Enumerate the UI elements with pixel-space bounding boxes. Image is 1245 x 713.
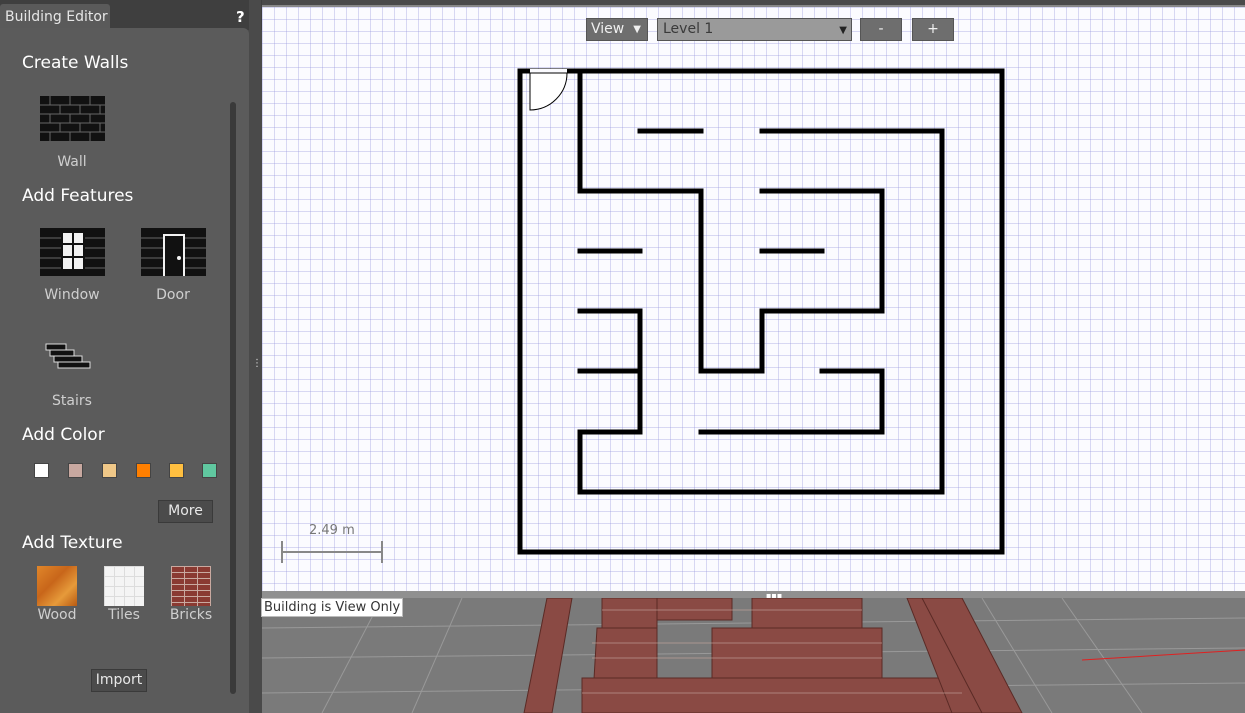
view-menu[interactable]: View ▼	[586, 18, 648, 41]
color-swatch-rose[interactable]	[68, 463, 83, 478]
dropdown-arrow-icon: ▼	[633, 24, 641, 35]
tiles-texture-icon[interactable]	[104, 566, 144, 606]
more-colors-button[interactable]: More	[158, 500, 213, 523]
help-icon[interactable]: ?	[236, 8, 245, 26]
color-swatch-white[interactable]	[34, 463, 49, 478]
wood-texture-icon[interactable]	[37, 566, 77, 606]
3d-scene	[262, 598, 1245, 713]
building-editor-tab[interactable]: Building Editor	[0, 4, 110, 30]
floorplan-canvas[interactable]: 2.49 m	[262, 7, 1245, 591]
bricks-label: Bricks	[169, 607, 213, 623]
add-features-heading: Add Features	[22, 186, 134, 206]
window-icon[interactable]	[40, 228, 105, 276]
import-button[interactable]: Import	[91, 669, 147, 692]
wall-icon[interactable]	[40, 96, 105, 141]
door-label: Door	[156, 287, 190, 303]
stairs-icon[interactable]	[44, 340, 92, 370]
panel-splitter[interactable]	[249, 0, 261, 713]
color-swatch-orange[interactable]	[136, 463, 151, 478]
door-icon[interactable]	[141, 228, 206, 276]
scale-label: 2.49 m	[309, 523, 355, 538]
window-label: Window	[44, 287, 100, 303]
chevron-down-icon: ▼	[839, 25, 847, 36]
level-add-button[interactable]: +	[912, 18, 954, 41]
bricks-texture-icon[interactable]	[171, 566, 211, 606]
status-message: Building is View Only	[261, 598, 404, 617]
level-remove-button[interactable]: -	[860, 18, 902, 41]
3d-viewport[interactable]	[262, 598, 1245, 713]
splitter-grip-icon[interactable]: ⋮	[252, 359, 262, 369]
door-symbol	[529, 69, 568, 111]
add-color-heading: Add Color	[22, 425, 105, 445]
level-select[interactable]: Level 1 ▼	[657, 18, 852, 41]
create-walls-heading: Create Walls	[22, 53, 129, 73]
stairs-label: Stairs	[52, 393, 92, 409]
scale-bar	[281, 541, 383, 563]
maze-floorplan[interactable]	[262, 7, 1245, 591]
add-texture-heading: Add Texture	[22, 533, 123, 553]
panel-scrollbar[interactable]	[230, 102, 236, 694]
level-select-value: Level 1	[663, 21, 714, 37]
view-divider[interactable]	[262, 591, 1245, 598]
wall-label: Wall	[57, 154, 87, 170]
color-swatch-teal[interactable]	[202, 463, 217, 478]
color-swatch-tan[interactable]	[102, 463, 117, 478]
view-menu-label: View	[591, 21, 625, 37]
color-swatch-amber[interactable]	[169, 463, 184, 478]
